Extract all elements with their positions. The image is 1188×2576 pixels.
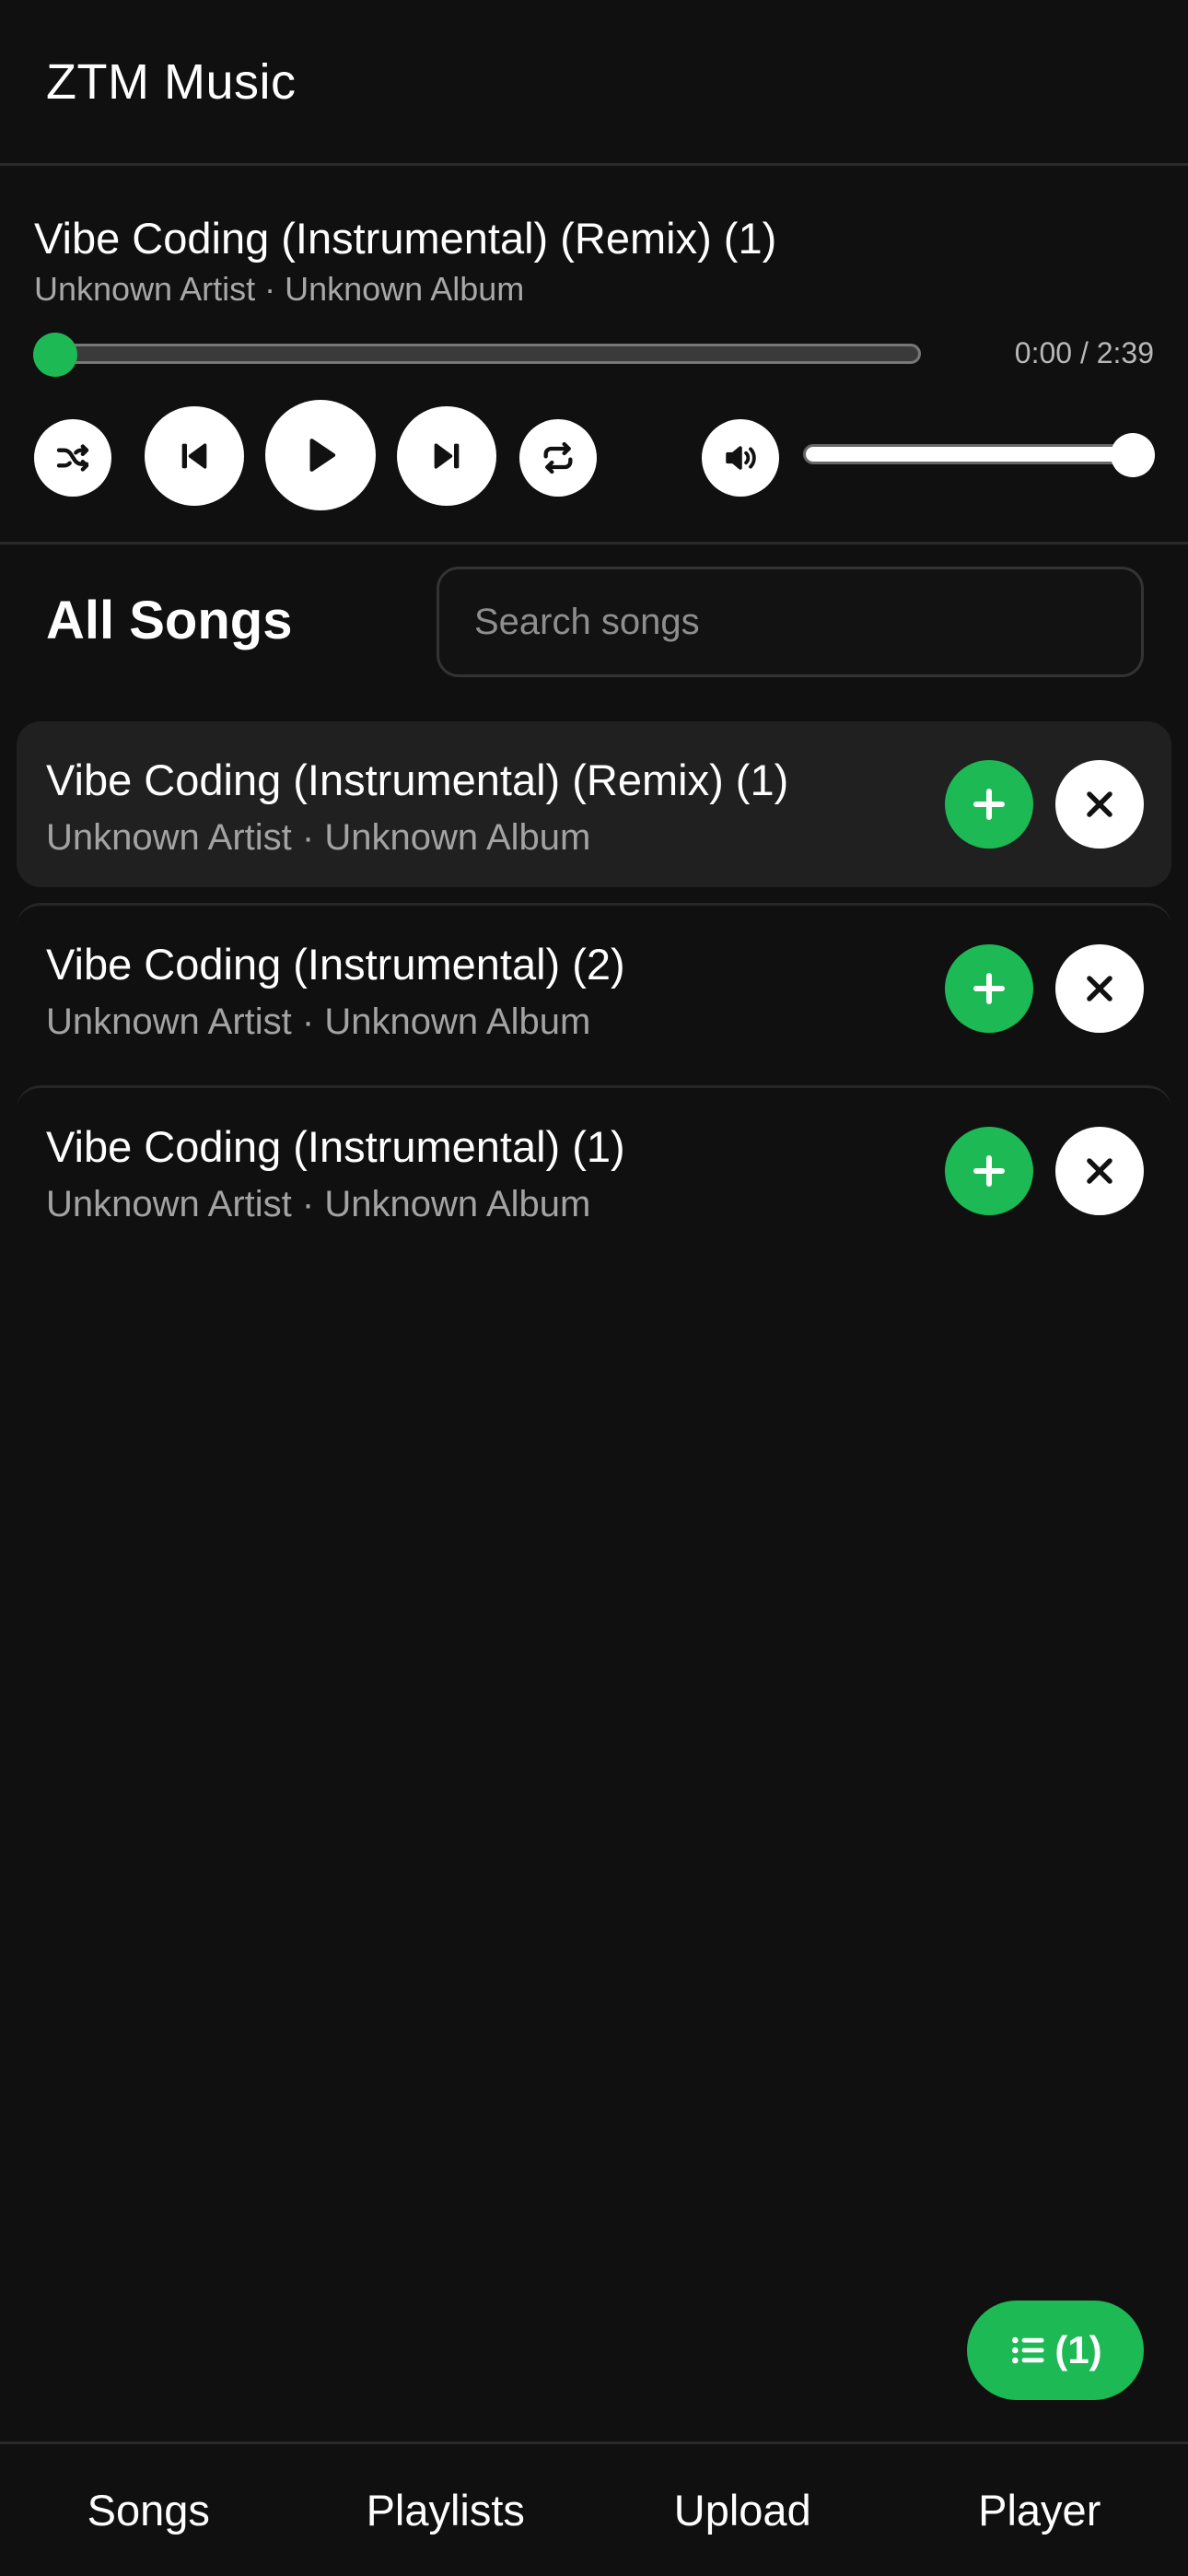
song-title: Vibe Coding (Instrumental) (2) [46, 940, 625, 989]
repeat-button[interactable] [519, 419, 597, 497]
repeat-icon [543, 441, 573, 474]
song-row[interactable]: Vibe Coding (Instrumental) (Remix) (1) U… [17, 721, 1171, 887]
queue-count: (1) [1054, 2328, 1102, 2371]
remove-song-button[interactable] [1055, 760, 1144, 849]
add-to-playlist-button[interactable] [945, 944, 1033, 1033]
nav-upload[interactable]: Upload [594, 2444, 891, 2576]
search-input[interactable] [437, 567, 1144, 677]
nav-player[interactable]: Player [891, 2444, 1188, 2576]
list-icon [1012, 2336, 1044, 2364]
volume-slider[interactable] [803, 444, 1135, 464]
play-icon [309, 439, 336, 472]
section-title: All Songs [46, 591, 293, 650]
now-playing-title: Vibe Coding (Instrumental) (Remix) (1) [34, 214, 777, 263]
previous-button[interactable] [145, 406, 244, 506]
queue-button[interactable]: (1) [967, 2301, 1144, 2400]
plus-icon [973, 1155, 1005, 1187]
bottom-nav: Songs Playlists Upload Player [0, 2441, 1188, 2576]
volume-icon [726, 446, 756, 470]
play-button[interactable] [265, 400, 376, 510]
song-title: Vibe Coding (Instrumental) (1) [46, 1122, 625, 1171]
remove-song-button[interactable] [1055, 944, 1144, 1033]
add-to-playlist-button[interactable] [945, 1127, 1033, 1215]
remove-song-button[interactable] [1055, 1127, 1144, 1215]
song-subtitle: Unknown Artist · Unknown Album [46, 817, 591, 858]
skip-next-icon [434, 443, 460, 469]
progress-bar[interactable] [55, 344, 921, 364]
next-button[interactable] [397, 406, 496, 506]
close-icon [1087, 976, 1112, 1001]
volume-thumb[interactable] [1111, 433, 1155, 477]
add-to-playlist-button[interactable] [945, 760, 1033, 849]
app-root: ZTM Music Vibe Coding (Instrumental) (Re… [0, 0, 1188, 2576]
nav-playlists[interactable]: Playlists [297, 2444, 595, 2576]
song-subtitle: Unknown Artist · Unknown Album [46, 1184, 591, 1224]
shuffle-button[interactable] [34, 419, 111, 497]
song-row[interactable]: Vibe Coding (Instrumental) (2) Unknown A… [17, 903, 1171, 1069]
now-playing-panel: Vibe Coding (Instrumental) (Remix) (1) U… [0, 169, 1188, 544]
close-icon [1087, 1158, 1112, 1184]
skip-previous-icon [181, 443, 207, 469]
app-header: ZTM Music [0, 0, 1188, 166]
song-title: Vibe Coding (Instrumental) (Remix) (1) [46, 755, 789, 804]
shuffle-icon [56, 444, 89, 472]
progress-thumb[interactable] [33, 333, 77, 377]
song-row[interactable]: Vibe Coding (Instrumental) (1) Unknown A… [17, 1085, 1171, 1251]
plus-icon [973, 973, 1005, 1004]
plus-icon [973, 789, 1005, 820]
song-subtitle: Unknown Artist · Unknown Album [46, 1001, 591, 1042]
volume-button[interactable] [702, 419, 779, 497]
close-icon [1087, 791, 1112, 817]
nav-songs[interactable]: Songs [0, 2444, 297, 2576]
now-playing-subtitle: Unknown Artist · Unknown Album [34, 270, 525, 308]
time-display: 0:00 / 2:39 [1014, 336, 1154, 369]
app-title: ZTM Music [46, 53, 297, 110]
